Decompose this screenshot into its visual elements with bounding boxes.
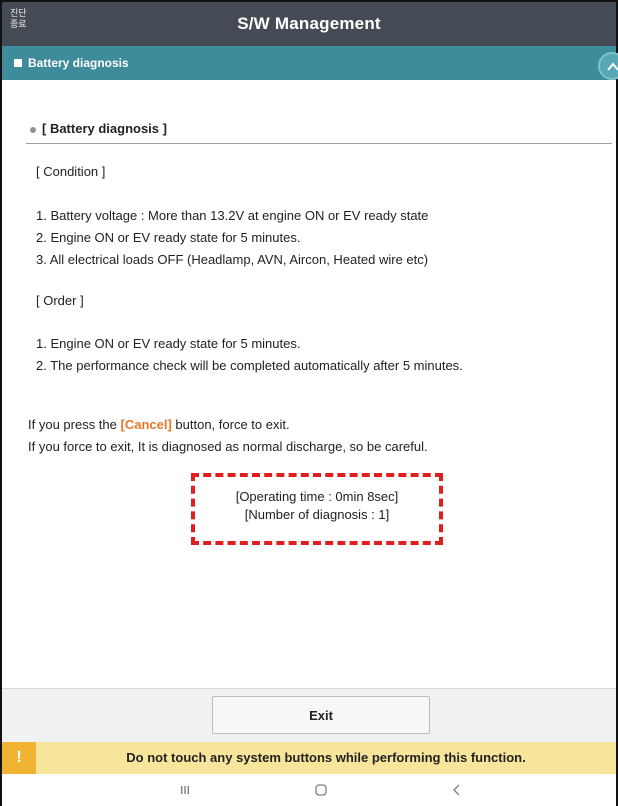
bottom-action-area: Exit [2, 688, 616, 742]
title-bar: 진단 종료 S/W Management [2, 2, 616, 46]
order-label: [ Order ] [36, 293, 84, 308]
page-title: S/W Management [237, 14, 381, 33]
collapse-button[interactable] [598, 52, 618, 80]
cancel-notice: If you press the [Cancel] button, force … [28, 417, 290, 432]
home-icon [315, 784, 327, 796]
condition-item-3: 3. All electrical loads OFF (Headlamp, A… [36, 252, 429, 267]
back-button[interactable] [442, 783, 472, 799]
condition-item-2: 2. Engine ON or EV ready state for 5 min… [36, 230, 301, 245]
bullet-icon [30, 127, 36, 133]
number-of-diagnosis: [Number of diagnosis : 1] [244, 507, 390, 522]
order-item-1: 1. Engine ON or EV ready state for 5 min… [36, 336, 301, 351]
warning-text: Do not touch any system buttons while pe… [126, 750, 526, 765]
diagnosis-heading-row: [ Battery diagnosis ] [26, 116, 612, 144]
order-item-2: 2. The performance check will be complet… [36, 358, 463, 373]
condition-item-1: 1. Battery voltage : More than 13.2V at … [36, 208, 429, 223]
diagnosis-heading: [ Battery diagnosis ] [42, 121, 167, 136]
content-area: [ Battery diagnosis ] [ Condition ] 1. B… [2, 80, 616, 688]
warning-icon: ! [2, 742, 36, 774]
cancel-notice-prefix: If you press the [28, 417, 121, 432]
section-header: Battery diagnosis [2, 46, 618, 80]
force-exit-notice: If you force to exit, It is diagnosed as… [28, 439, 428, 454]
recent-apps-button[interactable] [170, 783, 200, 799]
operating-time: [Operating time : 0min 8sec] [235, 489, 399, 504]
section-title: Battery diagnosis [28, 56, 129, 70]
cancel-notice-suffix: button, force to exit. [171, 417, 290, 432]
section-square-icon [14, 59, 22, 67]
diagnosis-status-box: [Operating time : 0min 8sec] [Number of … [191, 473, 443, 545]
warning-bar: ! Do not touch any system buttons while … [2, 742, 616, 774]
home-button[interactable] [306, 783, 336, 799]
back-icon [453, 784, 460, 796]
chevron-up-icon [607, 62, 618, 71]
system-nav-bar [2, 774, 616, 806]
app-window: 진단 종료 S/W Management Battery diagnosis [… [0, 0, 618, 806]
recent-apps-icon [181, 786, 189, 794]
condition-label: [ Condition ] [36, 164, 106, 179]
cancel-keyword: [Cancel] [120, 417, 172, 432]
exit-button[interactable]: Exit [212, 696, 430, 734]
